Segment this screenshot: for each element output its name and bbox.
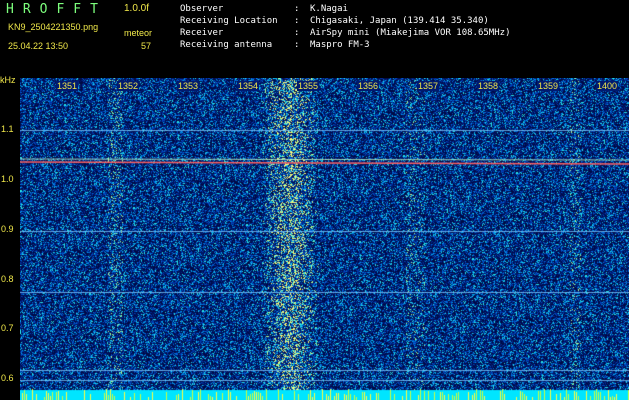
meteor-count: 57 bbox=[141, 41, 152, 51]
x-tick-label: 1358 bbox=[477, 81, 500, 91]
info-key: Receiver bbox=[180, 28, 224, 38]
info-row-observer: Observer : K.Nagai bbox=[180, 3, 510, 15]
header-panel: HROFFT 1.0.0f KN9_2504221350.png meteor … bbox=[0, 0, 629, 74]
x-tick-label: 1359 bbox=[537, 81, 560, 91]
info-value: K.Nagai bbox=[310, 4, 348, 14]
app-title: HROFFT bbox=[6, 2, 107, 17]
x-tick-label: 1355 bbox=[297, 81, 320, 91]
info-row-receiver: Receiver : AirSpy mini (Miakejima VOR 10… bbox=[180, 27, 510, 39]
info-key: Receiving antenna bbox=[180, 40, 273, 50]
info-value: AirSpy mini (Miakejima VOR 108.65MHz) bbox=[310, 28, 511, 38]
info-value: Chigasaki, Japan (139.414 35.340) bbox=[310, 16, 489, 26]
y-tick-label: 1.0 bbox=[1, 174, 14, 184]
x-tick-label: 1353 bbox=[177, 81, 200, 91]
info-key: Observer bbox=[180, 4, 224, 14]
capture-datetime: 25.04.22 13:50 bbox=[8, 41, 69, 51]
y-tick-label: 0.9 bbox=[1, 224, 14, 234]
y-tick-label: 0.7 bbox=[1, 323, 14, 333]
x-tick-label: 1356 bbox=[357, 81, 380, 91]
y-axis-unit: kHz bbox=[0, 75, 16, 85]
app-version: 1.0.0f bbox=[124, 3, 150, 14]
station-info: Observer : K.Nagai Receiving Location : … bbox=[180, 3, 510, 51]
info-separator: : bbox=[294, 40, 300, 50]
hrofft-window: HROFFT 1.0.0f KN9_2504221350.png meteor … bbox=[0, 0, 629, 400]
image-filename: KN9_2504221350.png bbox=[8, 22, 99, 32]
info-separator: : bbox=[294, 16, 300, 26]
y-tick-label: 1.1 bbox=[1, 124, 14, 134]
x-tick-label: 1354 bbox=[237, 81, 260, 91]
info-row-antenna: Receiving antenna : Maspro FM-3 bbox=[180, 39, 510, 51]
x-tick-label: 1357 bbox=[417, 81, 440, 91]
info-value: Maspro FM-3 bbox=[310, 40, 370, 50]
x-tick-label: 1351 bbox=[56, 81, 79, 91]
info-separator: : bbox=[294, 28, 300, 38]
info-key: Receiving Location bbox=[180, 16, 278, 26]
meteor-label: meteor bbox=[124, 28, 153, 38]
x-tick-label: 1352 bbox=[117, 81, 140, 91]
spectrogram[interactable] bbox=[20, 78, 629, 400]
y-tick-label: 0.8 bbox=[1, 274, 14, 284]
x-tick-label: 1400 bbox=[596, 81, 619, 91]
info-row-location: Receiving Location : Chigasaki, Japan (1… bbox=[180, 15, 510, 27]
y-tick-label: 0.6 bbox=[1, 373, 14, 383]
info-separator: : bbox=[294, 4, 300, 14]
spectrogram-canvas[interactable] bbox=[20, 78, 629, 400]
